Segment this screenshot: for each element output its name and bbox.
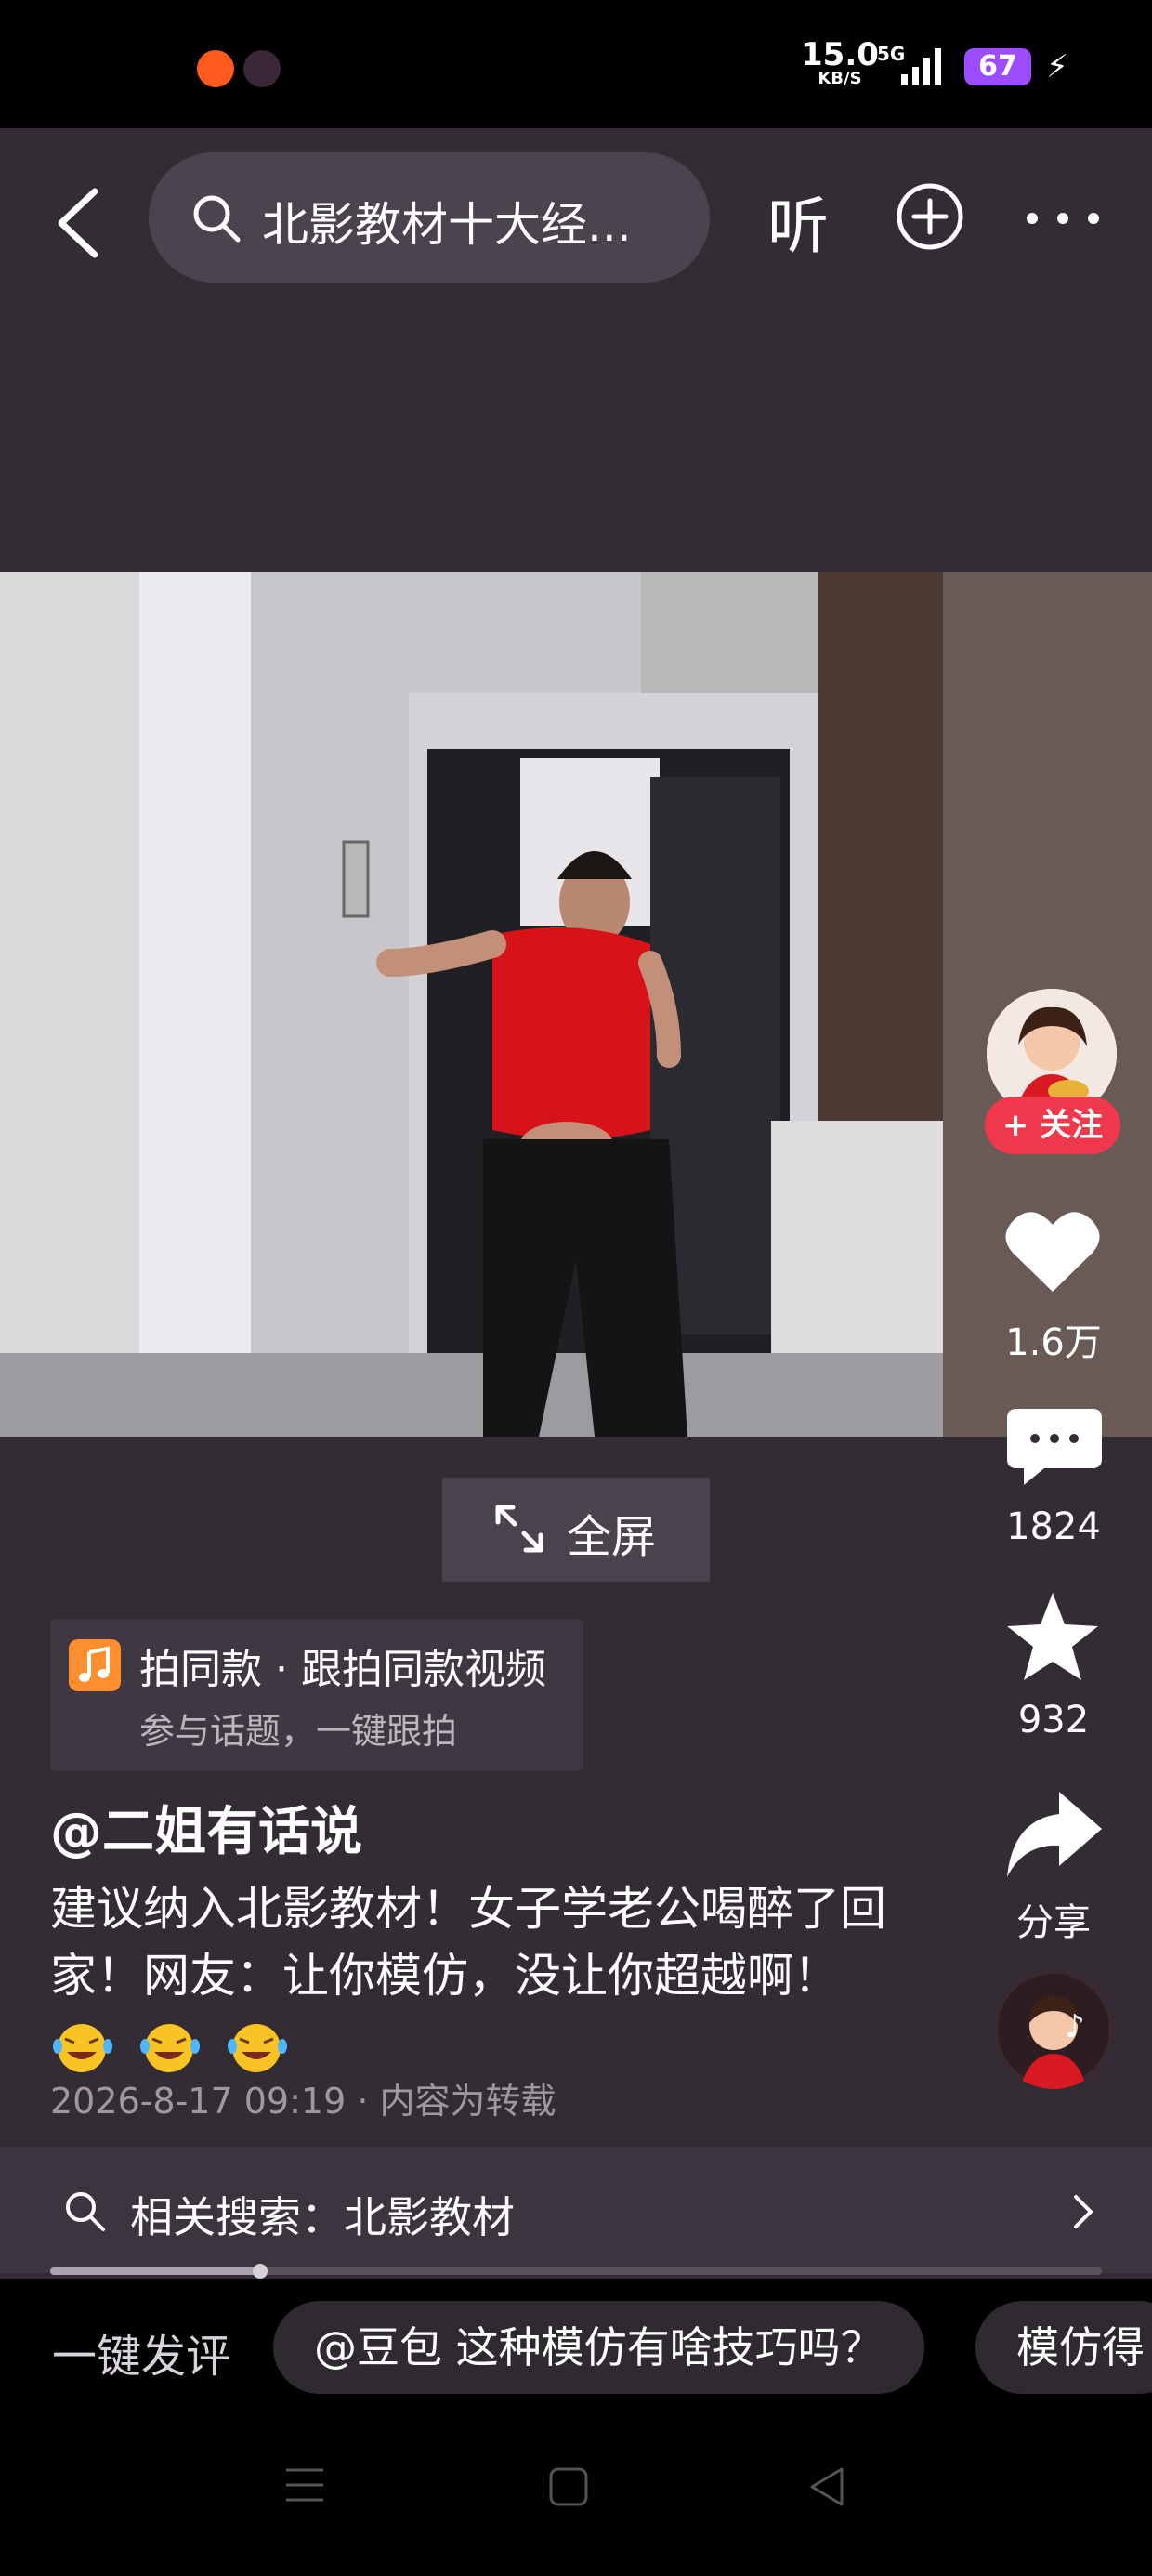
menu-icon[interactable]: [284, 2466, 325, 2504]
video-frame-image: [0, 572, 1152, 1437]
more-icon[interactable]: [1026, 212, 1100, 225]
favorite-count: 932: [1017, 1699, 1090, 1741]
description-text: 建议纳入北影教材！女子学老公喝醉了回家！网友：让你模仿，没让你超越啊！: [50, 1882, 886, 2003]
search-box[interactable]: 北影教材十大经...: [149, 152, 710, 283]
share-label[interactable]: 分享: [979, 1892, 1128, 1946]
add-circle-icon[interactable]: [896, 182, 964, 251]
battery-icon: 67: [964, 48, 1031, 85]
status-bar: 15.0 KB/S 5G 67 ⚡: [0, 0, 1152, 128]
related-search-label: 相关搜索：北影教材: [130, 2192, 515, 2242]
rofl-emoji-icon: [137, 2018, 203, 2074]
search-icon: [193, 195, 241, 243]
svg-text:♪: ♪: [1065, 2008, 1085, 2045]
follow-button[interactable]: + 关注: [985, 1097, 1120, 1154]
signal-icon: [901, 48, 941, 85]
post-meta: 2026-8-17 09:19 · 内容为转载: [50, 2081, 556, 2122]
back-icon[interactable]: [54, 186, 110, 260]
like-count: 1.6万: [1005, 1321, 1102, 1364]
progress-handle[interactable]: [253, 2264, 268, 2279]
chevron-right-icon: [1074, 2195, 1093, 2228]
heart-icon[interactable]: [1001, 1204, 1104, 1297]
search-icon: [66, 2192, 105, 2231]
back-nav-icon[interactable]: [808, 2466, 845, 2507]
speed-value: 15.0: [801, 36, 879, 73]
battery-level: 67: [978, 50, 1017, 83]
network-speed: 15.0 KB/S: [801, 39, 879, 87]
comment-icon[interactable]: [1003, 1405, 1106, 1498]
system-nav-bar: [0, 2418, 1152, 2576]
shoot-same-card[interactable]: 拍同款 · 跟拍同款视频 参与话题，一键跟拍: [50, 1619, 583, 1771]
fullscreen-button[interactable]: 全屏: [442, 1478, 710, 1582]
rofl-emoji-icon: [50, 2018, 115, 2074]
top-bar: 北影教材十大经... 听: [0, 128, 1152, 305]
post-description: 建议纳入北影教材！女子学老公喝醉了回家！网友：让你模仿，没让你超越啊！: [50, 1875, 886, 2076]
comment-suggestion-chip[interactable]: 模仿得: [975, 2301, 1152, 2394]
notification-icon: [197, 50, 234, 87]
music-disc[interactable]: ♪: [994, 1970, 1113, 2089]
video-progress-bar[interactable]: [50, 2264, 1102, 2279]
progress-fill: [50, 2267, 261, 2275]
music-disc-image: ♪: [998, 1974, 1109, 2089]
music-note-icon: [69, 1639, 121, 1691]
fullscreen-label: 全屏: [567, 1511, 657, 1563]
star-icon[interactable]: [1001, 1591, 1104, 1684]
expand-icon: [495, 1505, 543, 1553]
comment-count: 1824: [1006, 1505, 1101, 1548]
related-search-bar[interactable]: 相关搜索：北影教材: [0, 2147, 1152, 2273]
notification-icon: [243, 50, 281, 87]
home-icon[interactable]: [548, 2466, 589, 2507]
video-player[interactable]: [0, 572, 1152, 1437]
quick-comment-label[interactable]: 一键发评: [52, 2320, 230, 2385]
charging-icon: ⚡: [1046, 48, 1068, 85]
shoot-same-subtitle: 参与话题，一键跟拍: [139, 1711, 458, 1752]
comment-suggestion-chip[interactable]: @豆包 这种模仿有啥技巧吗？: [273, 2301, 924, 2394]
shoot-same-title: 拍同款 · 跟拍同款视频: [139, 1646, 546, 1693]
listen-button[interactable]: 听: [767, 177, 829, 266]
quick-comment-bar: 一键发评 @豆包 这种模仿有啥技巧吗？ 模仿得: [0, 2279, 1152, 2418]
author-name[interactable]: @二姐有话说: [50, 1790, 362, 1865]
rofl-emoji-icon: [225, 2018, 290, 2074]
share-icon[interactable]: [1003, 1788, 1106, 1881]
search-query: 北影教材十大经...: [262, 198, 632, 252]
